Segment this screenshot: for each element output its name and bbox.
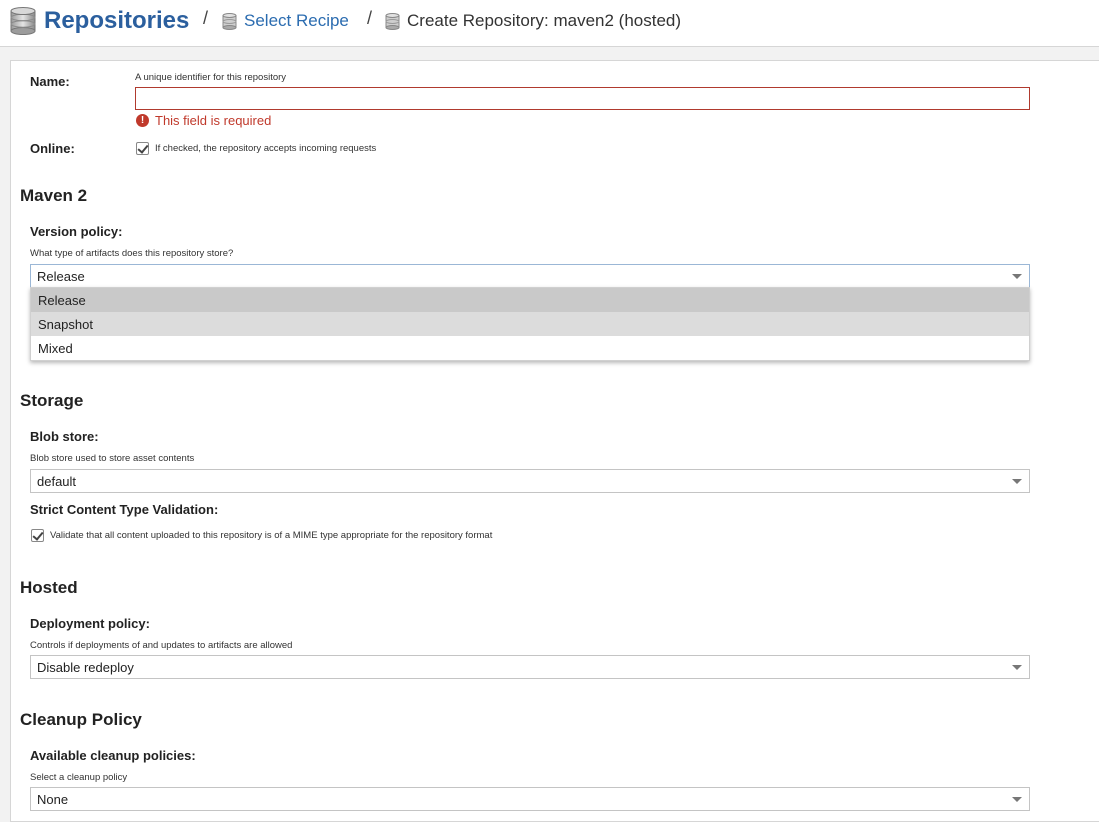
strict-validation-help: Validate that all content uploaded to th… — [50, 530, 493, 541]
strict-validation-checkbox[interactable] — [31, 529, 44, 542]
version-policy-value: Release — [37, 268, 85, 284]
chevron-down-icon[interactable] — [1012, 797, 1022, 802]
database-icon — [385, 12, 400, 30]
blob-store-label: Blob store: — [30, 429, 99, 444]
breadcrumb-separator: / — [203, 8, 209, 28]
online-help: If checked, the repository accepts incom… — [155, 143, 377, 154]
strict-validation-row: Validate that all content uploaded to th… — [31, 529, 492, 542]
page-title: Create Repository: maven2 (hosted) — [407, 11, 682, 30]
name-label: Name: — [30, 74, 70, 89]
blob-store-select[interactable]: default — [30, 469, 1030, 493]
chevron-down-icon[interactable] — [1012, 274, 1022, 279]
breadcrumb-root-label[interactable]: Repositories — [44, 7, 189, 35]
option-snapshot[interactable]: Snapshot — [31, 312, 1029, 336]
cleanup-policies-help: Select a cleanup policy — [30, 772, 128, 783]
cleanup-policy-select[interactable]: None — [30, 787, 1030, 811]
name-error: ! This field is required — [136, 113, 271, 128]
error-icon: ! — [136, 114, 149, 127]
chevron-down-icon[interactable] — [1012, 665, 1022, 670]
breadcrumb-select-recipe[interactable]: Select Recipe — [222, 0, 349, 42]
name-help: A unique identifier for this repository — [135, 72, 287, 83]
chevron-down-icon[interactable] — [1012, 479, 1022, 484]
name-input[interactable] — [135, 87, 1030, 110]
version-policy-dropdown: Release Snapshot Mixed — [30, 287, 1030, 361]
online-label: Online: — [30, 141, 75, 156]
version-policy-select[interactable]: Release — [30, 264, 1030, 288]
cleanup-policies-label: Available cleanup policies: — [30, 748, 196, 763]
section-heading-cleanup: Cleanup Policy — [20, 710, 142, 729]
section-heading-maven: Maven 2 — [20, 186, 88, 205]
breadcrumb-recipe-label[interactable]: Select Recipe — [244, 11, 349, 31]
breadcrumb-separator: / — [367, 8, 373, 28]
section-heading-hosted: Hosted — [20, 578, 78, 597]
breadcrumb-bar: Repositories / Select Recipe / Create Re… — [0, 0, 1099, 47]
name-error-text: This field is required — [155, 113, 272, 128]
blob-store-value: default — [37, 473, 77, 489]
form-panel — [10, 60, 1099, 822]
cleanup-policy-value: None — [37, 791, 69, 807]
deployment-policy-select[interactable]: Disable redeploy — [30, 655, 1030, 679]
database-icon — [222, 12, 237, 30]
strict-validation-label: Strict Content Type Validation: — [30, 502, 219, 517]
blob-store-help: Blob store used to store asset contents — [30, 453, 195, 464]
deployment-policy-value: Disable redeploy — [37, 659, 134, 675]
deployment-policy-help: Controls if deployments of and updates t… — [30, 640, 293, 651]
option-release[interactable]: Release — [31, 288, 1029, 312]
database-icon — [10, 7, 36, 35]
breadcrumb-current: Create Repository: maven2 (hosted) — [385, 0, 681, 42]
online-checkbox-row: If checked, the repository accepts incom… — [136, 142, 376, 155]
version-policy-label: Version policy: — [30, 224, 123, 239]
option-mixed[interactable]: Mixed — [31, 336, 1029, 360]
deployment-policy-label: Deployment policy: — [30, 616, 150, 631]
section-heading-storage: Storage — [20, 391, 84, 410]
version-policy-help: What type of artifacts does this reposit… — [30, 248, 234, 259]
online-checkbox[interactable] — [136, 142, 149, 155]
breadcrumb-root[interactable]: Repositories — [10, 0, 189, 42]
